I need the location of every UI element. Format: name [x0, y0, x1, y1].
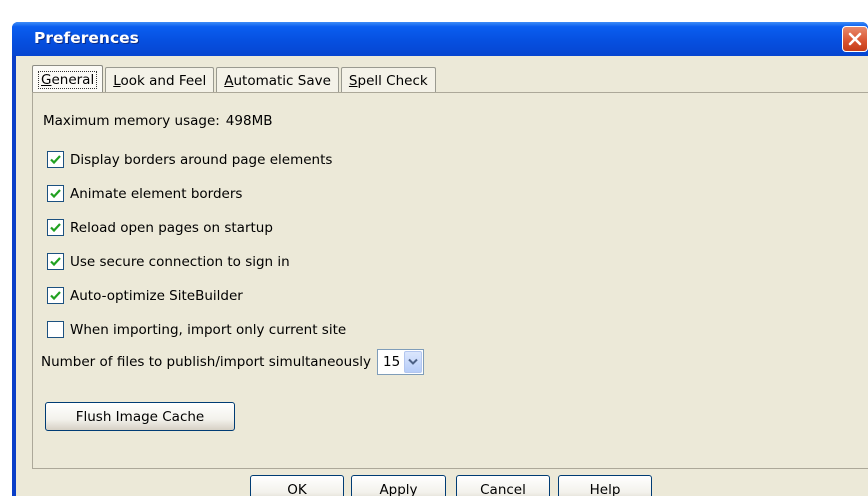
- checkbox-label: Auto-optimize SiteBuilder: [70, 287, 243, 304]
- tab-general[interactable]: General: [32, 65, 104, 93]
- checkbox-import-current-site[interactable]: When importing, import only current site: [47, 321, 346, 338]
- help-button[interactable]: Help: [558, 475, 652, 496]
- checkbox[interactable]: [47, 253, 64, 270]
- tab-label: Spell Check: [348, 72, 428, 89]
- checkbox[interactable]: [47, 185, 64, 202]
- button-label: Flush Image Cache: [75, 408, 205, 425]
- cancel-button[interactable]: Cancel: [456, 475, 550, 496]
- chevron-down-icon: [408, 358, 418, 365]
- checkbox[interactable]: [47, 287, 64, 304]
- tab-look-and-feel[interactable]: Look and Feel: [105, 67, 215, 93]
- tab-automatic-save[interactable]: Automatic Save: [216, 67, 339, 93]
- tab-label: General: [38, 70, 98, 89]
- checkbox[interactable]: [47, 321, 64, 338]
- window-title: Preferences: [34, 29, 139, 47]
- check-icon: [50, 291, 61, 301]
- checkbox-reload-pages[interactable]: Reload open pages on startup: [47, 219, 273, 236]
- memory-usage-row: Maximum memory usage: 498MB: [43, 113, 272, 129]
- check-icon: [50, 155, 61, 165]
- checkbox[interactable]: [47, 219, 64, 236]
- close-button[interactable]: [842, 26, 868, 52]
- check-icon: [50, 257, 61, 267]
- files-simultaneous-row: Number of files to publish/import simult…: [41, 349, 425, 375]
- tab-strip: General Look and Feel Automatic Save Spe…: [32, 65, 438, 93]
- dialog-body: General Look and Feel Automatic Save Spe…: [16, 56, 868, 496]
- check-icon: [50, 189, 61, 199]
- button-label: Cancel: [480, 481, 526, 496]
- tab-label: Automatic Save: [224, 72, 331, 89]
- dropdown-button[interactable]: [404, 351, 423, 373]
- memory-usage-label: Maximum memory usage:: [43, 113, 220, 129]
- files-count-select[interactable]: 15: [377, 349, 425, 375]
- general-panel: Maximum memory usage: 498MB Display bord…: [32, 92, 868, 469]
- checkbox-label: Use secure connection to sign in: [70, 253, 290, 270]
- title-bar[interactable]: Preferences: [12, 22, 868, 56]
- button-label: Apply: [379, 481, 418, 496]
- button-label: Help: [589, 481, 621, 496]
- button-label: OK: [287, 481, 307, 496]
- tab-spell-check[interactable]: Spell Check: [340, 67, 436, 93]
- memory-usage-value: 498MB: [225, 113, 273, 129]
- checkbox[interactable]: [47, 151, 64, 168]
- checkbox-label: Reload open pages on startup: [70, 219, 273, 236]
- checkbox-label: When importing, import only current site: [70, 321, 347, 338]
- tab-label: Look and Feel: [113, 72, 207, 89]
- preferences-dialog: Preferences General Look and Feel Automa…: [12, 22, 868, 496]
- checkbox-label: Display borders around page elements: [70, 151, 333, 168]
- checkbox-display-borders[interactable]: Display borders around page elements: [47, 151, 332, 168]
- checkbox-secure-connection[interactable]: Use secure connection to sign in: [47, 253, 290, 270]
- checkbox-auto-optimize[interactable]: Auto-optimize SiteBuilder: [47, 287, 243, 304]
- checkbox-label: Animate element borders: [70, 185, 243, 202]
- ok-button[interactable]: OK: [250, 475, 344, 496]
- close-icon: [848, 32, 862, 46]
- apply-button[interactable]: Apply: [351, 475, 446, 496]
- flush-image-cache-button[interactable]: Flush Image Cache: [45, 402, 235, 431]
- checkbox-animate-borders[interactable]: Animate element borders: [47, 185, 242, 202]
- files-count-value: 15: [383, 354, 401, 370]
- check-icon: [50, 223, 61, 233]
- files-simultaneous-label: Number of files to publish/import simult…: [41, 354, 372, 370]
